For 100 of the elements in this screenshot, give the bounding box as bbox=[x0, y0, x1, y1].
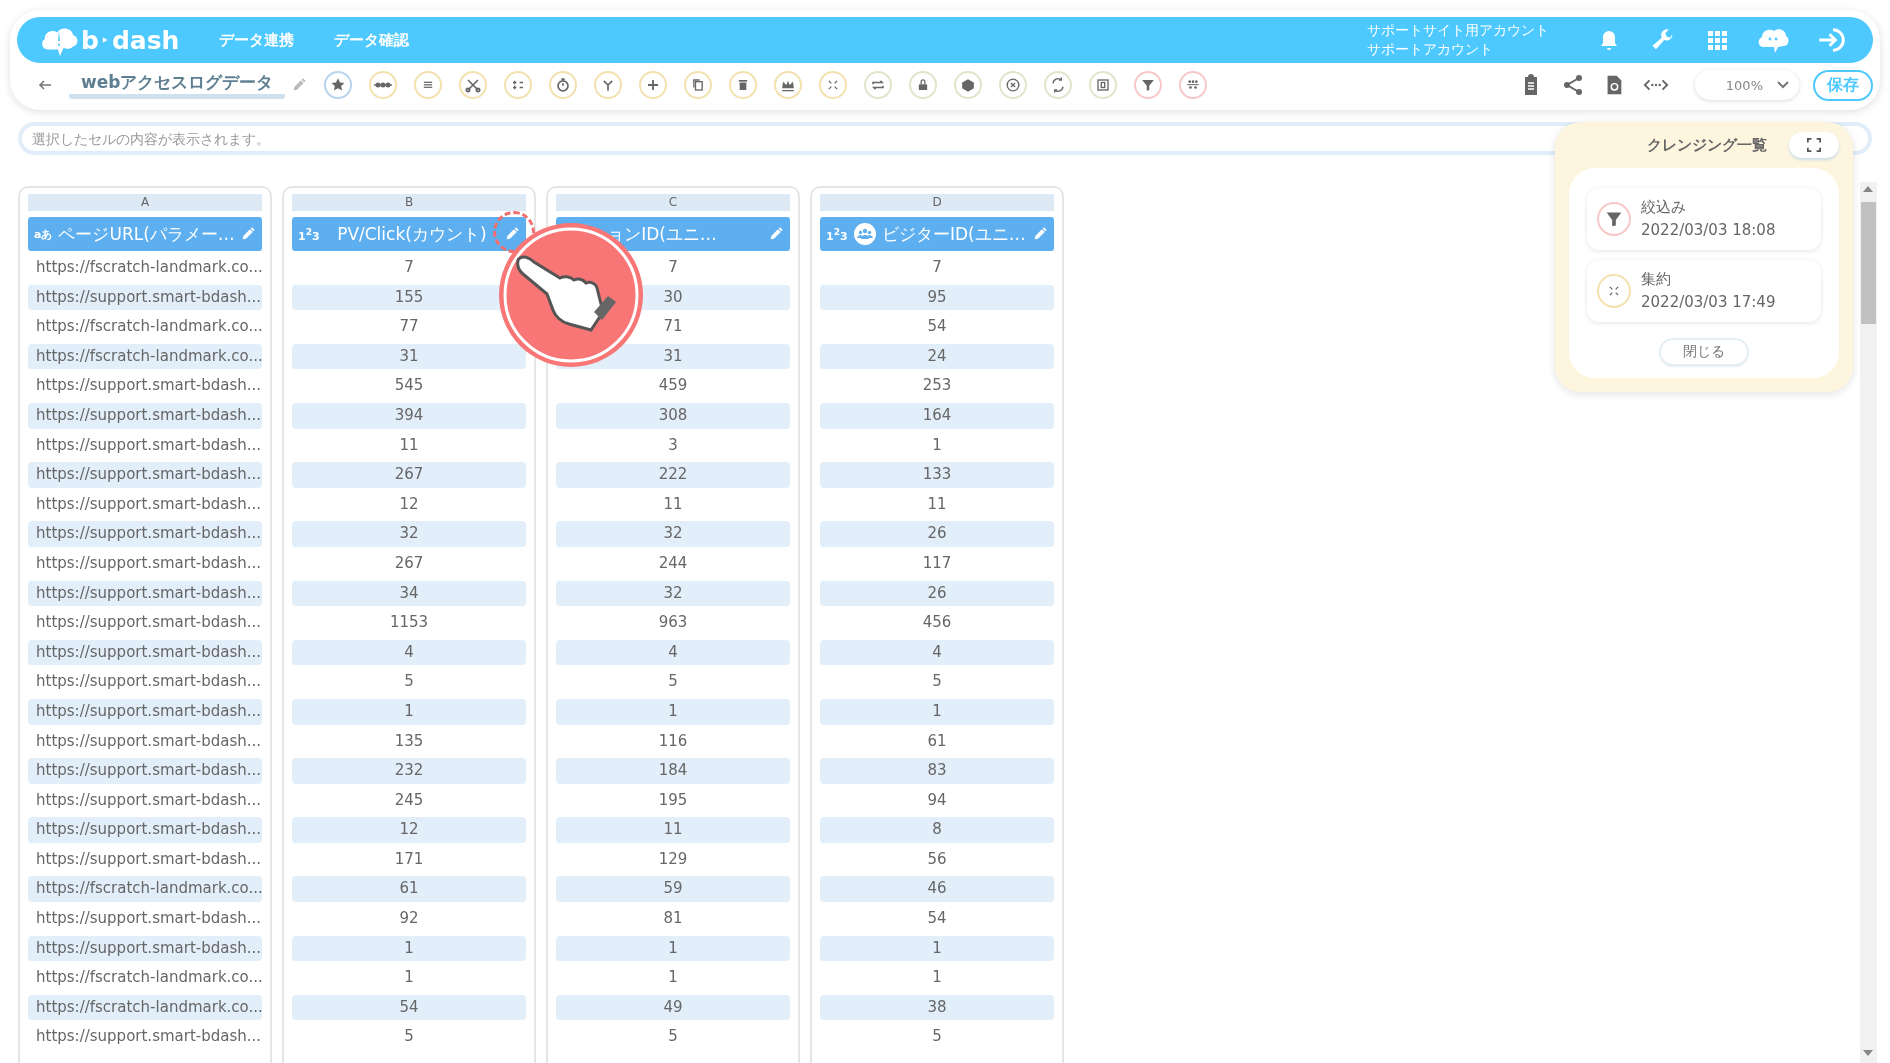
table-cell[interactable]: https://support.smart-bdash... bbox=[28, 1024, 262, 1051]
table-cell[interactable]: 61 bbox=[292, 876, 526, 903]
zoom-dropdown[interactable]: 100% bbox=[1695, 70, 1799, 100]
table-cell[interactable]: 26 bbox=[820, 521, 1054, 547]
code-icon[interactable] bbox=[1643, 77, 1669, 93]
table-cell[interactable]: 116 bbox=[556, 728, 790, 755]
table-cell[interactable]: https://fscratch-landmark.co... bbox=[28, 994, 262, 1021]
table-cell[interactable]: 94 bbox=[820, 787, 1054, 814]
table-cell[interactable]: 1 bbox=[556, 935, 790, 962]
table-cell[interactable]: 232 bbox=[292, 758, 526, 784]
table-cell[interactable]: 1 bbox=[820, 965, 1054, 991]
scroll-up-icon[interactable] bbox=[1863, 186, 1873, 192]
table-cell[interactable]: 1153 bbox=[292, 610, 526, 636]
table-cell[interactable]: 1 bbox=[556, 965, 790, 991]
table-cell[interactable]: 26 bbox=[820, 580, 1054, 607]
table-cell[interactable]: 135 bbox=[292, 728, 526, 755]
table-cell[interactable]: 963 bbox=[556, 610, 790, 636]
scissors-tool-button[interactable] bbox=[459, 71, 488, 99]
close-button[interactable]: 閉じる bbox=[1661, 340, 1747, 364]
table-cell[interactable]: https://support.smart-bdash... bbox=[28, 402, 262, 429]
crown-tool-button[interactable] bbox=[774, 71, 803, 99]
table-cell[interactable]: 12 bbox=[292, 491, 526, 518]
cleansing-item[interactable]: 集約 2022/03/03 17:49 bbox=[1587, 260, 1821, 322]
table-cell[interactable]: 117 bbox=[820, 550, 1054, 577]
cancel-tool-button[interactable] bbox=[999, 71, 1028, 99]
table-cell[interactable]: https://support.smart-bdash... bbox=[28, 758, 262, 784]
table-cell[interactable]: 459 bbox=[556, 373, 790, 399]
edit-icon[interactable] bbox=[504, 226, 520, 242]
table-cell[interactable]: 49 bbox=[556, 994, 790, 1021]
repeat-tool-button[interactable] bbox=[864, 71, 893, 99]
table-cell[interactable]: 5 bbox=[820, 1024, 1054, 1051]
table-cell[interactable]: 61 bbox=[820, 728, 1054, 755]
table-cell[interactable]: https://fscratch-landmark.co... bbox=[28, 965, 262, 991]
table-cell[interactable]: 54 bbox=[820, 314, 1054, 340]
column-letter[interactable]: B bbox=[292, 194, 526, 211]
edit-icon[interactable] bbox=[768, 226, 784, 242]
table-cell[interactable]: https://support.smart-bdash... bbox=[28, 728, 262, 755]
table-cell[interactable]: 5 bbox=[820, 669, 1054, 695]
timer-tool-button[interactable] bbox=[549, 71, 578, 99]
table-cell[interactable]: 59 bbox=[556, 876, 790, 903]
table-cell[interactable]: 56 bbox=[820, 846, 1054, 873]
lock-tool-button[interactable] bbox=[909, 71, 938, 99]
cleansing-item[interactable]: 絞込み 2022/03/03 18:08 bbox=[1587, 188, 1821, 250]
table-cell[interactable]: 83 bbox=[820, 758, 1054, 784]
column-letter[interactable]: D bbox=[820, 194, 1054, 211]
table-cell[interactable]: 267 bbox=[292, 550, 526, 577]
scroll-down-icon[interactable] bbox=[1863, 1050, 1873, 1056]
table-cell[interactable]: 5 bbox=[292, 669, 526, 695]
table-cell[interactable]: 545 bbox=[292, 373, 526, 399]
table-cell[interactable]: https://support.smart-bdash... bbox=[28, 639, 262, 666]
table-cell[interactable]: https://support.smart-bdash... bbox=[28, 521, 262, 547]
table-cell[interactable]: 1 bbox=[820, 935, 1054, 962]
table-cell[interactable]: 8 bbox=[820, 817, 1054, 843]
table-cell[interactable]: https://support.smart-bdash... bbox=[28, 698, 262, 725]
table-cell[interactable]: 32 bbox=[556, 580, 790, 607]
table-cell[interactable]: https://fscratch-landmark.co... bbox=[28, 876, 262, 903]
table-cell[interactable]: 11 bbox=[556, 491, 790, 518]
table-cell[interactable]: https://fscratch-landmark.co... bbox=[28, 314, 262, 340]
table-cell[interactable]: 245 bbox=[292, 787, 526, 814]
dots-tool-button[interactable] bbox=[369, 71, 398, 99]
table-cell[interactable]: https://support.smart-bdash... bbox=[28, 373, 262, 399]
copy-tool-button[interactable] bbox=[684, 71, 713, 99]
table-cell[interactable]: https://support.smart-bdash... bbox=[28, 817, 262, 843]
table-cell[interactable]: 11 bbox=[292, 432, 526, 459]
table-cell[interactable]: https://fscratch-landmark.co... bbox=[28, 343, 262, 370]
table-cell[interactable]: https://fscratch-landmark.co... bbox=[28, 255, 262, 281]
table-cell[interactable]: https://support.smart-bdash... bbox=[28, 669, 262, 695]
table-cell[interactable]: https://support.smart-bdash... bbox=[28, 432, 262, 459]
table-cell[interactable]: 24 bbox=[820, 343, 1054, 370]
table-cell[interactable]: 95 bbox=[820, 284, 1054, 311]
edit-icon[interactable] bbox=[1032, 226, 1048, 242]
column-letter[interactable]: C bbox=[556, 194, 790, 211]
table-cell[interactable]: 133 bbox=[820, 462, 1054, 488]
table-cell[interactable]: 267 bbox=[292, 462, 526, 488]
table-cell[interactable]: 1 bbox=[820, 698, 1054, 725]
table-cell[interactable]: 7 bbox=[820, 255, 1054, 281]
table-cell[interactable]: 1 bbox=[556, 698, 790, 725]
table-cell[interactable]: 4 bbox=[292, 639, 526, 666]
table-cell[interactable]: https://support.smart-bdash... bbox=[28, 550, 262, 577]
table-cell[interactable]: https://support.smart-bdash... bbox=[28, 491, 262, 518]
table-cell[interactable]: 11 bbox=[556, 817, 790, 843]
scrollbar-thumb[interactable] bbox=[1861, 202, 1876, 324]
column-letter[interactable]: A bbox=[28, 194, 262, 211]
plus-tool-button[interactable] bbox=[639, 71, 668, 99]
table-cell[interactable]: https://support.smart-bdash... bbox=[28, 846, 262, 873]
table-cell[interactable]: 1 bbox=[820, 432, 1054, 459]
trash-tool-button[interactable] bbox=[729, 71, 758, 99]
table-cell[interactable]: 32 bbox=[556, 521, 790, 547]
table-cell[interactable]: 54 bbox=[292, 994, 526, 1021]
table-cell[interactable]: https://support.smart-bdash... bbox=[28, 906, 262, 932]
table-cell[interactable]: 308 bbox=[556, 402, 790, 429]
table-cell[interactable]: 54 bbox=[820, 906, 1054, 932]
table-cell[interactable]: 34 bbox=[292, 580, 526, 607]
table-cell[interactable]: 5 bbox=[556, 669, 790, 695]
filter-tool-button[interactable] bbox=[1134, 71, 1163, 99]
table-cell[interactable]: 11 bbox=[820, 491, 1054, 518]
table-cell[interactable]: https://support.smart-bdash... bbox=[28, 580, 262, 607]
table-cell[interactable]: 3 bbox=[556, 432, 790, 459]
table-cell[interactable]: https://support.smart-bdash... bbox=[28, 610, 262, 636]
table-cell[interactable]: 4 bbox=[820, 639, 1054, 666]
